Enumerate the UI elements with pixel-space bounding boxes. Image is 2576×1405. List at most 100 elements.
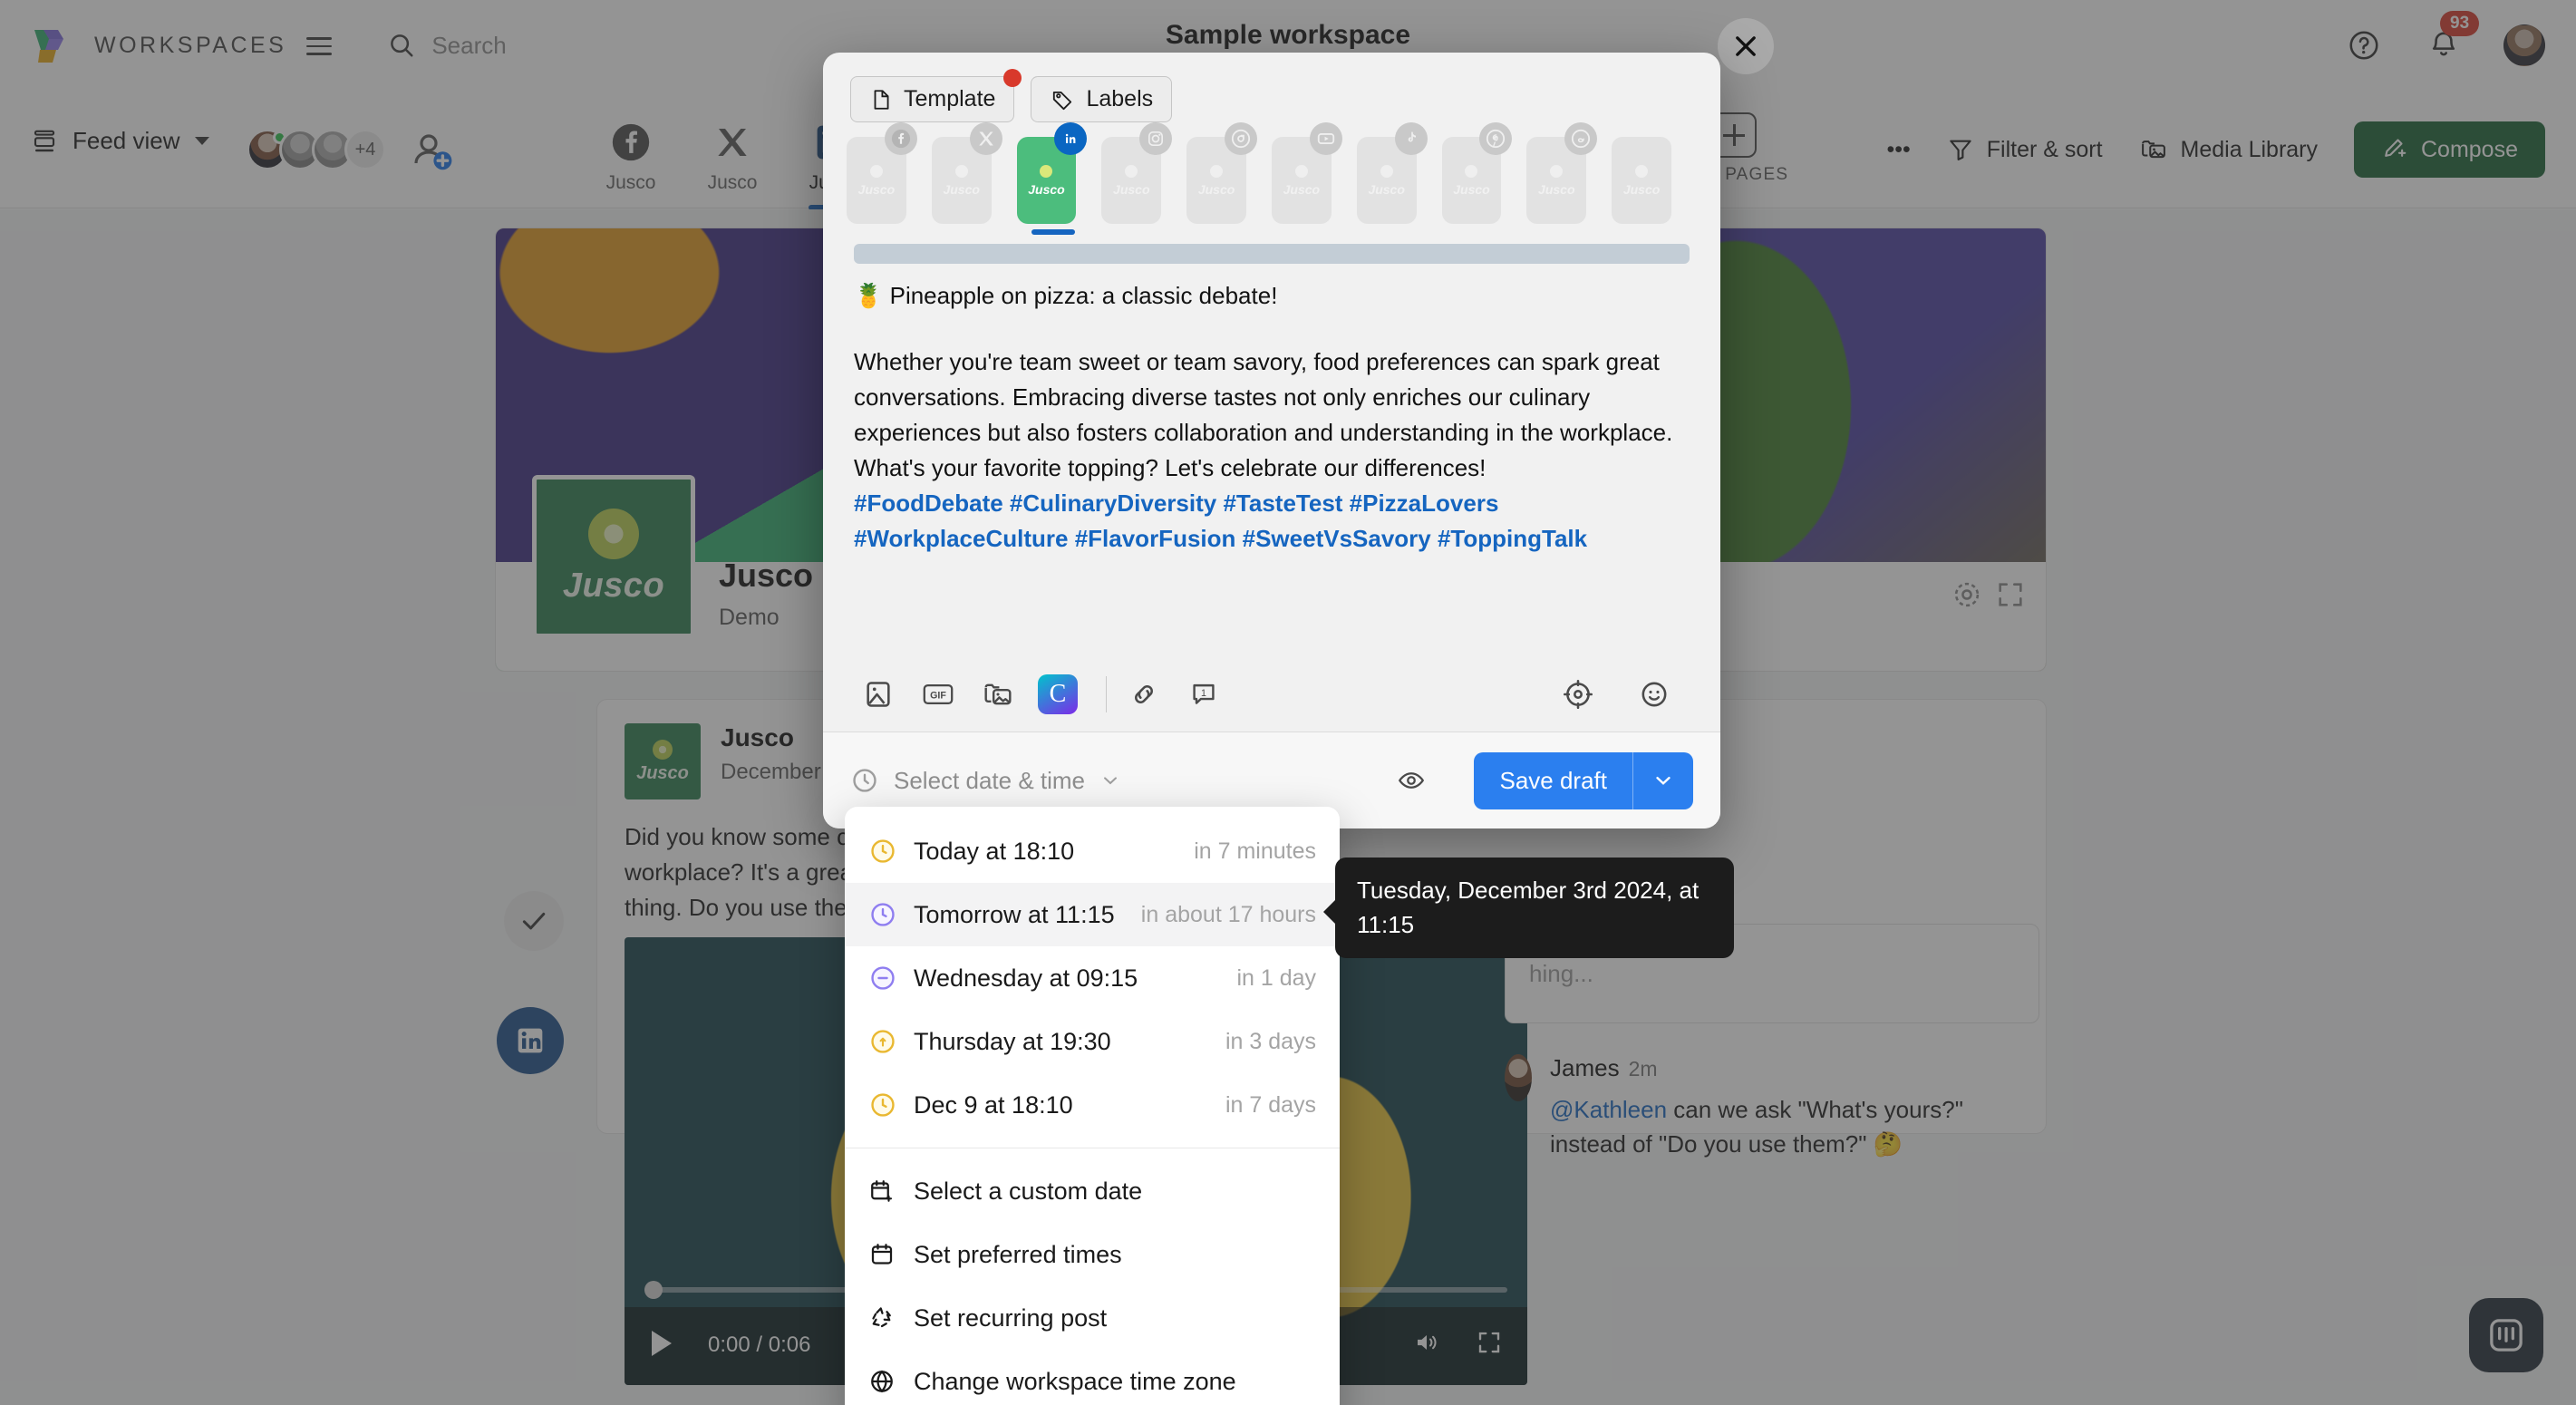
compose-modal: Template Labels Jusco Jusco Jusco Jusco … bbox=[823, 53, 1720, 828]
date-option-label: Wednesday at 09:15 bbox=[914, 964, 1138, 992]
post-preview-placeholder bbox=[854, 244, 1690, 264]
date-option-thursday[interactable]: Thursday at 19:30 in 3 days bbox=[845, 1010, 1340, 1073]
target-icon[interactable] bbox=[1554, 670, 1603, 719]
svg-text:1: 1 bbox=[1201, 688, 1206, 699]
chevron-down-icon bbox=[1104, 777, 1117, 785]
account-name: Jusco bbox=[943, 181, 980, 197]
clock-icon bbox=[853, 769, 876, 792]
lime-icon bbox=[954, 164, 968, 178]
lime-icon bbox=[1040, 164, 1053, 178]
save-draft-dropdown[interactable] bbox=[1633, 752, 1693, 809]
document-icon bbox=[874, 89, 889, 110]
account-name: Jusco bbox=[857, 181, 896, 197]
clock-amber-icon bbox=[868, 837, 905, 866]
lime-icon bbox=[1550, 164, 1564, 178]
account-name: Jusco bbox=[1622, 181, 1661, 197]
save-draft-button[interactable]: Save draft bbox=[1474, 751, 1693, 809]
account-name: Jusco bbox=[1283, 181, 1321, 197]
date-option-relative: in 7 minutes bbox=[1194, 838, 1316, 864]
media-library-icon[interactable] bbox=[973, 670, 1022, 719]
date-time-placeholder: Select date & time bbox=[894, 766, 1085, 794]
menu-item-timezone[interactable]: Change workspace time zone bbox=[845, 1350, 1340, 1405]
date-option-tomorrow[interactable]: Tomorrow at 11:15 in about 17 hours bbox=[845, 883, 1340, 946]
account-chip-mastodon[interactable]: Jusco bbox=[1612, 137, 1671, 224]
x-icon bbox=[969, 122, 1002, 155]
date-option-label: Thursday at 19:30 bbox=[914, 1027, 1111, 1055]
account-chip-youtube[interactable]: Jusco bbox=[1271, 122, 1342, 224]
account-chip-facebook[interactable]: Jusco bbox=[847, 122, 917, 224]
compose-headline: 🍍 Pineapple on pizza: a classic debate! bbox=[854, 282, 1278, 309]
image-icon[interactable] bbox=[854, 670, 903, 719]
account-name: Jusco bbox=[1113, 181, 1150, 197]
account-chip-instagram[interactable]: Jusco bbox=[1101, 122, 1173, 224]
menu-item-recurring-post[interactable]: Set recurring post bbox=[845, 1286, 1340, 1350]
account-chip-x[interactable]: Jusco bbox=[931, 122, 1002, 224]
toolbar-divider bbox=[1106, 675, 1107, 712]
date-option-relative: in about 17 hours bbox=[1140, 901, 1316, 927]
date-option-relative: in 1 day bbox=[1236, 964, 1316, 991]
menu-item-label: Select a custom date bbox=[914, 1177, 1143, 1205]
pinterest-icon bbox=[1479, 122, 1513, 155]
menu-item-custom-date[interactable]: Select a custom date bbox=[845, 1159, 1340, 1223]
account-name: Jusco bbox=[1368, 181, 1405, 197]
date-option-dec9[interactable]: Dec 9 at 18:10 in 7 days bbox=[845, 1073, 1340, 1137]
clock-amber-icon bbox=[868, 1090, 905, 1119]
compose-hashtags[interactable]: #FoodDebate #CulinaryDiversity #TasteTes… bbox=[854, 486, 1690, 557]
compose-toolbar-right bbox=[1554, 670, 1690, 719]
link-icon[interactable] bbox=[1119, 670, 1168, 719]
modal-header: Template Labels bbox=[823, 53, 1720, 122]
template-label: Template bbox=[904, 86, 996, 111]
account-name: Jusco bbox=[1538, 181, 1575, 197]
close-modal-button[interactable] bbox=[1718, 18, 1774, 74]
account-chip-google[interactable]: Jusco bbox=[1186, 122, 1257, 224]
compose-editor[interactable]: 🍍 Pineapple on pizza: a classic debate! … bbox=[823, 264, 1720, 656]
app-root: WORKSPACES Search Sample workspace bbox=[0, 0, 2576, 1405]
menu-item-label: Set recurring post bbox=[914, 1303, 1108, 1332]
clock-purple-icon bbox=[868, 964, 905, 993]
globe-icon bbox=[868, 1368, 905, 1395]
labels-label: Labels bbox=[1086, 86, 1154, 111]
date-time-selector[interactable]: Select date & time bbox=[850, 766, 1121, 795]
instagram-icon bbox=[1139, 122, 1173, 155]
date-option-label: Dec 9 at 18:10 bbox=[914, 1090, 1073, 1119]
lime-icon bbox=[1635, 164, 1649, 178]
template-button[interactable]: Template bbox=[850, 69, 1022, 122]
account-name: Jusco bbox=[1197, 181, 1235, 197]
account-chip-tiktok[interactable]: Jusco bbox=[1356, 122, 1428, 224]
tiktok-icon bbox=[1394, 122, 1428, 155]
account-chip-threads[interactable]: Jusco bbox=[1526, 122, 1598, 224]
compose-spacer bbox=[854, 314, 1690, 344]
google-business-icon bbox=[1224, 122, 1257, 155]
linkedin-icon bbox=[1054, 122, 1088, 155]
account-name: Jusco bbox=[1453, 181, 1490, 197]
threads-icon bbox=[1564, 122, 1598, 155]
recurring-icon bbox=[868, 1304, 905, 1332]
lime-icon bbox=[1210, 164, 1224, 178]
date-option-relative: in 3 days bbox=[1225, 1028, 1316, 1054]
save-draft-label: Save draft bbox=[1499, 766, 1607, 794]
date-option-label: Tomorrow at 11:15 bbox=[914, 900, 1115, 928]
date-option-today[interactable]: Today at 18:10 in 7 minutes bbox=[845, 819, 1340, 883]
labels-button[interactable]: Labels bbox=[1031, 76, 1173, 122]
preview-eye-icon[interactable] bbox=[1387, 756, 1436, 805]
lime-icon bbox=[1294, 164, 1308, 178]
menu-item-label: Set preferred times bbox=[914, 1240, 1122, 1268]
date-option-relative: in 7 days bbox=[1225, 1091, 1316, 1118]
date-option-wednesday[interactable]: Wednesday at 09:15 in 1 day bbox=[845, 946, 1340, 1010]
clock-purple-icon bbox=[868, 900, 905, 929]
date-option-label: Today at 18:10 bbox=[914, 837, 1075, 865]
menu-item-preferred-times[interactable]: Set preferred times bbox=[845, 1223, 1340, 1286]
youtube-icon bbox=[1309, 122, 1342, 155]
account-chip-pinterest[interactable]: Jusco bbox=[1441, 122, 1513, 224]
emoji-icon[interactable] bbox=[1630, 670, 1679, 719]
gif-icon[interactable]: GIF bbox=[914, 670, 963, 719]
lime-icon bbox=[869, 164, 883, 178]
tag-icon bbox=[1053, 91, 1072, 110]
first-comment-icon[interactable]: 1 bbox=[1179, 670, 1228, 719]
date-time-dropdown: Today at 18:10 in 7 minutes Tomorrow at … bbox=[845, 807, 1340, 1405]
lime-icon bbox=[1380, 164, 1393, 178]
account-chip-linkedin[interactable]: Jusco bbox=[1016, 122, 1088, 224]
canva-icon[interactable]: C bbox=[1033, 670, 1082, 719]
facebook-icon bbox=[884, 122, 917, 155]
compose-paragraph: Whether you're team sweet or team savory… bbox=[854, 348, 1673, 481]
